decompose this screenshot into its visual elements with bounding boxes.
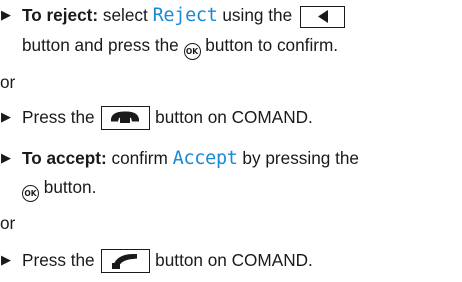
accept-label: To accept:: [22, 148, 107, 168]
ok-button-icon: OK: [183, 43, 201, 60]
reject-text: select: [102, 5, 148, 25]
bullet-icon: ▶: [1, 252, 11, 267]
hangup-text: button on COMAND.: [155, 107, 313, 127]
accept-text: confirm: [111, 148, 168, 168]
accept-text: button.: [43, 177, 97, 197]
reject-keyword: Reject: [152, 5, 218, 26]
instruction-accept-line-2: OK button.: [22, 175, 96, 202]
instruction-reject-line-2: button and press the OK button to confir…: [22, 33, 338, 60]
reject-text: button to confirm.: [205, 35, 339, 55]
accept-keyword: Accept: [172, 148, 238, 169]
reject-text: button and press the: [22, 35, 179, 55]
accept-text: by pressing the: [242, 148, 359, 168]
hang-up-key-icon: [101, 106, 151, 130]
reject-text: using the: [222, 5, 293, 25]
bullet-icon: ▶: [1, 7, 11, 22]
bullet-icon: ▶: [1, 109, 11, 124]
bullet-icon: ▶: [1, 150, 11, 165]
call-key-icon: [101, 249, 151, 273]
or-separator: or: [0, 72, 16, 92]
left-arrow-key-icon: [299, 6, 345, 28]
hangup-text: Press the: [22, 107, 95, 127]
call-text: Press the: [22, 250, 95, 270]
ok-button-icon: OK: [22, 185, 39, 202]
call-text: button on COMAND.: [155, 250, 313, 270]
reject-label: To reject:: [22, 5, 99, 25]
or-separator: or: [0, 213, 16, 233]
